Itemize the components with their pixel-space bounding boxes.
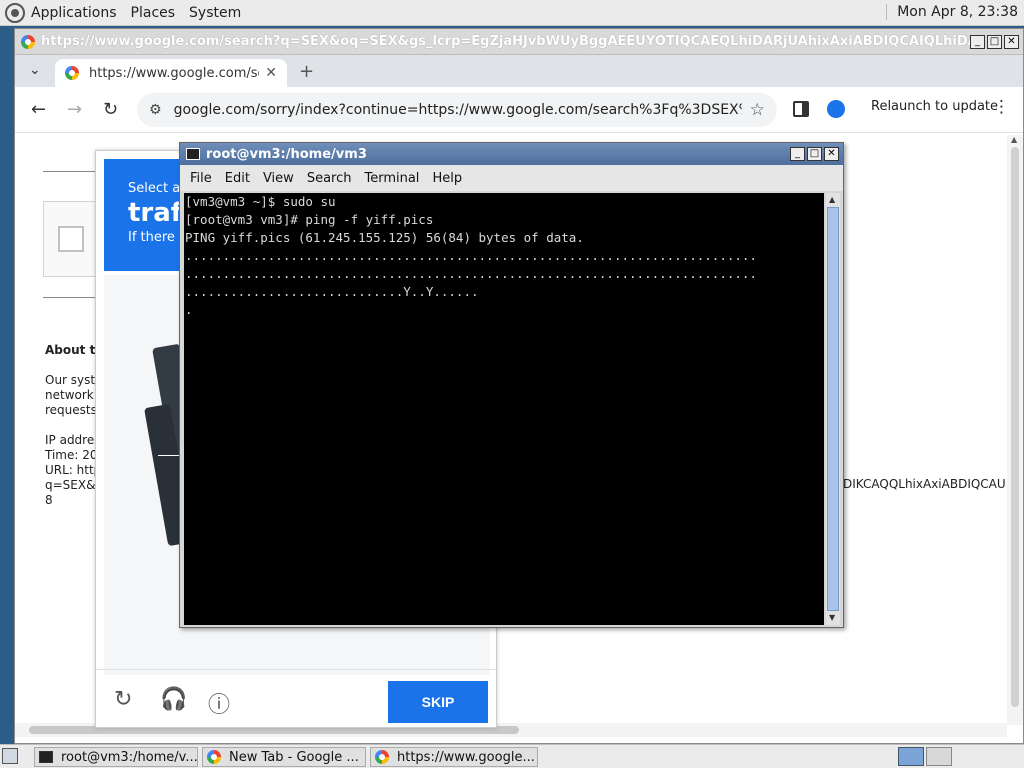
reload-challenge-icon[interactable]: ↻ [114, 687, 132, 712]
close-button[interactable]: ✕ [1004, 34, 1019, 49]
terminal-line: ........................................… [185, 266, 757, 281]
terminal-line: [root@vm3 vm3]# ping -f yiff.pics [185, 212, 434, 227]
top-panel: Applications Places System Mon Apr 8, 23… [0, 0, 1024, 26]
scroll-up-arrow-icon[interactable]: ▲ [1011, 135, 1017, 144]
terminal-window: root@vm3:/home/vm3 _ □ ✕ File Edit View … [179, 142, 844, 628]
tab-search-chevron-icon[interactable]: ⌄ [29, 62, 41, 78]
side-panel-icon[interactable] [793, 101, 809, 117]
page-text-line: IP addres [45, 433, 101, 447]
tab-close-icon[interactable]: ✕ [265, 65, 277, 81]
terminal-titlebar[interactable]: root@vm3:/home/vm3 _ □ ✕ [180, 143, 843, 165]
site-info-icon[interactable]: ⚙ [149, 102, 162, 118]
terminal-icon [186, 148, 200, 160]
terminal-line: . [185, 302, 193, 317]
scroll-up-arrow-icon[interactable]: ▲ [829, 195, 835, 204]
page-url-fragment: DIKCAQQLhixAxiABDIQCAU [843, 477, 1006, 491]
divider [43, 171, 95, 172]
taskbar-item-label: New Tab - Google ... [229, 749, 359, 765]
reload-icon[interactable]: ↻ [103, 99, 118, 120]
workspace-2[interactable] [926, 747, 952, 766]
close-button[interactable]: ✕ [824, 147, 839, 161]
terminal-menubar: File Edit View Search Terminal Help [180, 165, 843, 191]
terminal-icon [39, 751, 53, 763]
minimize-button[interactable]: _ [970, 34, 985, 49]
chrome-icon [375, 750, 389, 764]
chrome-window-title: https://www.google.com/search?q=SEX&oq=S… [41, 34, 970, 49]
chrome-icon [207, 750, 221, 764]
google-favicon-icon [65, 66, 79, 80]
system-menu[interactable]: System [189, 5, 241, 21]
recaptcha-checkbox[interactable] [58, 226, 84, 252]
page-text-line: network. [45, 388, 98, 402]
menu-terminal[interactable]: Terminal [364, 171, 419, 186]
places-menu[interactable]: Places [131, 5, 176, 21]
terminal-line: ........................................… [185, 248, 757, 263]
tab-google-search[interactable]: https://www.google.com/sea ✕ [55, 59, 287, 87]
scroll-down-arrow-icon[interactable]: ▼ [829, 613, 835, 622]
menu-view[interactable]: View [263, 171, 294, 186]
menu-help[interactable]: Help [432, 171, 462, 186]
new-tab-plus-icon[interactable]: + [299, 61, 314, 82]
taskbar-item-label: https://www.google... [397, 749, 535, 765]
taskbar-item-new-tab[interactable]: New Tab - Google ... [202, 747, 366, 767]
minimize-button[interactable]: _ [790, 147, 805, 161]
page-text-line: Time: 20 [45, 448, 98, 462]
back-arrow-icon[interactable]: ← [31, 99, 46, 120]
page-text-line: URL: http [45, 463, 102, 477]
address-bar[interactable]: ⚙ google.com/sorry/index?continue=https:… [137, 93, 777, 127]
clock[interactable]: Mon Apr 8, 23:38 [886, 4, 1018, 20]
tab-strip: ⌄ https://www.google.com/sea ✕ + [15, 55, 1023, 87]
kebab-menu-icon[interactable]: ⋮ [993, 97, 1010, 117]
skip-button[interactable]: SKIP [388, 681, 488, 723]
page-vertical-scrollbar[interactable]: ▲ [1007, 135, 1023, 725]
browser-toolbar: ← → ↻ ⚙ google.com/sorry/index?continue=… [15, 87, 1023, 133]
chrome-titlebar[interactable]: https://www.google.com/search?q=SEX&oq=S… [15, 29, 1023, 55]
maximize-button[interactable]: □ [987, 34, 1002, 49]
workspace-1[interactable] [898, 747, 924, 766]
taskbar-item-google[interactable]: https://www.google... [370, 747, 538, 767]
taskbar-item-label: root@vm3:/home/v... [61, 749, 198, 765]
menu-edit[interactable]: Edit [225, 171, 250, 186]
audio-challenge-headphones-icon[interactable]: 🎧 [160, 687, 187, 712]
recaptcha-widget [43, 201, 103, 277]
address-url[interactable]: google.com/sorry/index?continue=https://… [174, 102, 742, 118]
relaunch-to-update-button[interactable]: Relaunch to update [871, 99, 998, 114]
info-icon[interactable]: ⓘ [208, 687, 230, 719]
bottom-taskbar: root@vm3:/home/v... New Tab - Google ...… [0, 744, 1024, 768]
page-text-line: 8 [45, 493, 53, 507]
terminal-line: [vm3@vm3 ~]$ sudo su [185, 194, 336, 209]
menu-file[interactable]: File [190, 171, 212, 186]
taskbar-item-terminal[interactable]: root@vm3:/home/v... [34, 747, 198, 767]
profile-avatar-icon[interactable] [827, 100, 845, 118]
terminal-screen[interactable]: [vm3@vm3 ~]$ sudo su [root@vm3 vm3]# ping… [184, 193, 824, 625]
terminal-line: .............................Y..Y...... [185, 284, 479, 299]
terminal-line: PING yiff.pics (61.245.155.125) 56(84) b… [185, 230, 584, 245]
page-text-line: Our syste [45, 373, 103, 387]
terminal-scrollbar[interactable]: ▲ ▼ [826, 193, 840, 625]
forward-arrow-icon[interactable]: → [67, 99, 82, 120]
divider [43, 297, 95, 298]
page-text-line: requests [45, 403, 97, 417]
maximize-button[interactable]: □ [807, 147, 822, 161]
gnome-foot-icon[interactable] [5, 2, 25, 23]
menu-search[interactable]: Search [307, 171, 352, 186]
terminal-title: root@vm3:/home/vm3 [206, 146, 367, 162]
divider [96, 669, 496, 670]
page-text-line: q=SEX& [45, 478, 96, 492]
scrollbar-thumb[interactable] [1011, 147, 1019, 707]
applications-menu[interactable]: Applications [31, 5, 117, 21]
scrollbar-thumb[interactable] [827, 207, 839, 611]
bookmark-star-icon[interactable]: ☆ [750, 100, 765, 120]
show-desktop-icon[interactable] [2, 748, 18, 764]
chrome-icon [21, 34, 35, 49]
tab-label: https://www.google.com/sea [89, 65, 259, 81]
